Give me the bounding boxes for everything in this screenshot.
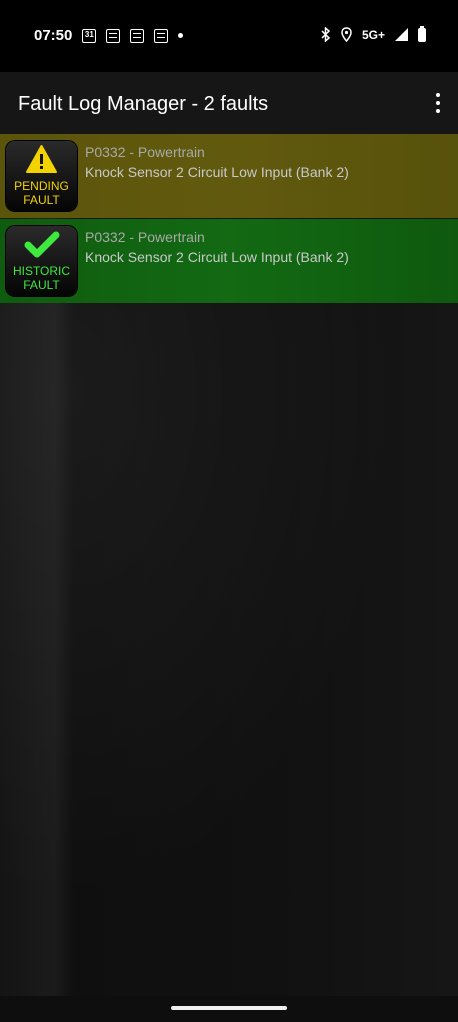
status-bar: 07:50 31 5G+ <box>0 0 458 72</box>
checkmark-icon <box>24 231 60 258</box>
fault-description: Knock Sensor 2 Circuit Low Input (Bank 2… <box>85 164 349 180</box>
historic-badge-label: HISTORIC FAULT <box>6 264 77 292</box>
badge-line: FAULT <box>23 193 60 207</box>
fault-description: Knock Sensor 2 Circuit Low Input (Bank 2… <box>85 249 349 265</box>
location-icon <box>341 27 352 42</box>
document-icon <box>130 28 145 43</box>
network-type: 5G+ <box>361 27 385 42</box>
badge-line: HISTORIC <box>12 264 71 278</box>
calendar-icon: 31 <box>82 28 97 43</box>
fault-row-historic[interactable]: HISTORIC FAULT P0332 - Powertrain Knock … <box>0 219 458 303</box>
fault-row-pending[interactable]: PENDING FAULT P0332 - Powertrain Knock S… <box>0 134 458 218</box>
badge-line: PENDING <box>14 179 69 193</box>
pending-badge-label: PENDING FAULT <box>6 179 77 207</box>
document-icon <box>106 28 121 43</box>
page-title: Fault Log Manager - 2 faults <box>18 93 269 115</box>
signal-icon <box>395 28 408 41</box>
fault-list: PENDING FAULT P0332 - Powertrain Knock S… <box>0 134 458 996</box>
more-vert-icon[interactable] <box>432 90 444 116</box>
clock: 07:50 <box>34 27 73 44</box>
fault-code: P0332 - Powertrain <box>85 144 205 160</box>
navigation-bar <box>0 996 458 1022</box>
bluetooth-icon <box>321 27 331 42</box>
notification-dot <box>178 33 184 38</box>
badge-line: FAULT <box>23 278 60 292</box>
battery-icon <box>418 25 426 42</box>
status-right: 5G+ <box>321 25 426 42</box>
menu-dot <box>436 93 440 97</box>
menu-dot <box>436 109 440 113</box>
menu-dot <box>436 101 440 105</box>
pending-fault-badge: PENDING FAULT <box>6 141 77 211</box>
document-icon <box>154 28 169 43</box>
warning-icon <box>26 145 57 173</box>
home-gesture-handle[interactable] <box>171 1006 287 1010</box>
app-bar: Fault Log Manager - 2 faults <box>0 72 458 134</box>
historic-fault-badge: HISTORIC FAULT <box>6 226 77 296</box>
fault-code: P0332 - Powertrain <box>85 229 205 245</box>
status-left: 07:50 31 <box>34 27 184 44</box>
